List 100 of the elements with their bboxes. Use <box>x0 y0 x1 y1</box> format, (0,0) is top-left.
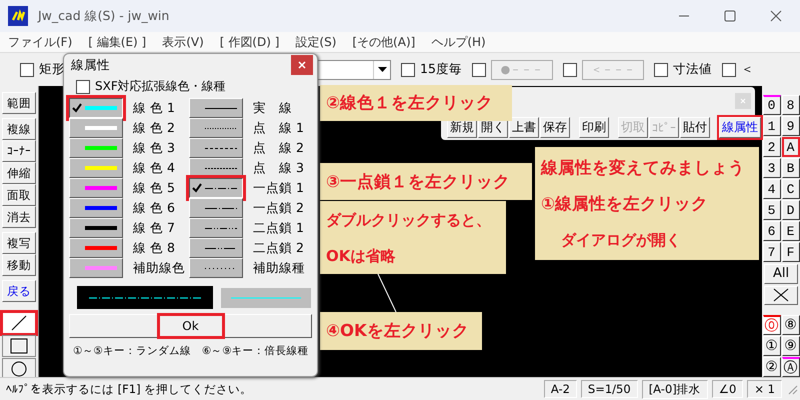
cross-button[interactable] <box>764 286 798 305</box>
status-field: A-2 <box>544 380 577 398</box>
layer-button[interactable]: 1 <box>762 116 780 136</box>
color-label: 線 色 5 <box>132 180 176 196</box>
callout-text: ①線属性を左クリック <box>541 192 709 214</box>
command-button[interactable]: 移動 <box>2 254 36 276</box>
layer-button[interactable]: 9 <box>782 116 800 136</box>
menu-item[interactable]: ファイル(F) <box>8 34 72 50</box>
command-button[interactable]: 範囲 <box>2 92 36 114</box>
layer-button[interactable]: 3 <box>762 158 780 178</box>
layer-button[interactable]: A <box>782 137 800 157</box>
command-button[interactable]: ｺｰﾅｰ <box>2 140 36 162</box>
command-button[interactable]: 複線 <box>2 118 36 140</box>
layer-button[interactable]: 5 <box>762 200 780 220</box>
layer-button[interactable]: 6 <box>762 221 780 241</box>
command-button[interactable]: 伸縮 <box>2 162 36 184</box>
line-sample <box>204 208 238 209</box>
all-layers-button[interactable]: All <box>764 264 798 284</box>
line-type-label: 実 線 <box>252 100 293 116</box>
toolbar-button[interactable]: 貼付 <box>680 117 710 138</box>
line-color-button[interactable] <box>69 98 123 118</box>
layer-button[interactable]: D <box>782 200 800 220</box>
resize-grip-icon[interactable] <box>786 383 798 395</box>
status-field: ∠0 <box>712 380 744 398</box>
help-text: ﾍﾙﾌﾟを表示するには [F1] を押してください。 <box>6 382 252 396</box>
callout-text: ②線色１を左クリック <box>326 92 494 114</box>
dialog-title: 線属性 <box>71 56 110 74</box>
callout-text: OKは省略 <box>326 246 396 266</box>
circle-icon <box>9 360 29 377</box>
line-type-label: 一点鎖 1 <box>252 180 301 196</box>
checkbox[interactable] <box>722 62 736 76</box>
layer-group-button[interactable]: ⑨ <box>782 336 800 356</box>
callout-text: ダブルクリックすると、 <box>326 210 492 230</box>
checkbox[interactable] <box>654 62 668 76</box>
status-field: [A-0]排水 <box>642 380 708 398</box>
layer-group-button[interactable]: ⓪ <box>762 315 780 335</box>
maximize-icon[interactable] <box>724 10 736 22</box>
app-logo-icon <box>8 6 28 26</box>
checkbox[interactable] <box>562 62 577 76</box>
toolbar-button[interactable]: 印刷 <box>579 117 609 138</box>
checkbox[interactable] <box>20 62 34 76</box>
line-type-label: 点 線 1 <box>252 120 301 136</box>
layer-button[interactable]: F <box>782 242 800 262</box>
command-button[interactable]: 消去 <box>2 206 36 228</box>
checkbox-label: 15度毎 <box>420 61 462 78</box>
color-label: 線 色 6 <box>132 200 176 216</box>
line-sample <box>204 108 238 109</box>
key-hint-text: ①～⑤キー：ランダム線 ⑥～⑨キー：倍長線種 <box>73 344 309 358</box>
close-icon <box>298 61 306 69</box>
line-sample <box>204 148 238 149</box>
color-label: 線 色 4 <box>132 160 176 176</box>
line-tool-button[interactable] <box>2 312 36 334</box>
layer-group-button[interactable]: ① <box>762 336 780 356</box>
layer-button[interactable]: C <box>782 179 800 199</box>
menu-item[interactable]: [ 編集(E) ] <box>88 34 146 50</box>
toolbar-button[interactable]: 保存 <box>540 117 570 138</box>
layer-group-button[interactable]: Ⓐ <box>782 357 800 377</box>
checkbox-label: ＜ <box>740 61 754 78</box>
line-type-button[interactable] <box>189 178 243 198</box>
color-label: 線 色 7 <box>132 220 176 236</box>
menu-item[interactable]: [ 作図(D) ] <box>220 34 280 50</box>
leader-line <box>377 273 397 313</box>
callout-text: ダイアログが開く <box>560 230 682 250</box>
checkbox-label: 矩形 <box>39 61 65 78</box>
menu-item[interactable]: 設定(S) <box>295 34 336 50</box>
close-button[interactable] <box>291 55 313 75</box>
command-button[interactable]: 戻る <box>2 280 36 302</box>
layer-button[interactable]: E <box>782 221 800 241</box>
checkbox[interactable] <box>76 80 90 94</box>
layer-group-button[interactable]: ② <box>762 357 780 377</box>
menu-item[interactable]: [その他(A)] <box>352 34 416 50</box>
menu-item[interactable]: ヘルプ(H) <box>431 34 486 50</box>
layer-button[interactable]: 0 <box>762 95 780 115</box>
color-label: 線 色 3 <box>132 140 176 156</box>
cross-icon <box>772 288 790 302</box>
layer-button[interactable]: 2 <box>762 137 780 157</box>
layer-button[interactable]: 4 <box>762 179 780 199</box>
command-button[interactable]: 面取 <box>2 184 36 206</box>
layer-group-button[interactable]: ⑧ <box>782 315 800 335</box>
command-button[interactable]: 複写 <box>2 232 36 254</box>
status-field: × 1 <box>747 380 782 398</box>
line-type-label: 二点鎖 2 <box>252 240 301 256</box>
color-label: 線 色 2 <box>132 120 176 136</box>
layer-button[interactable]: 7 <box>762 242 780 262</box>
menu-item[interactable]: 表示(V) <box>162 34 204 50</box>
layer-button[interactable]: B <box>782 158 800 178</box>
layer-button[interactable]: 8 <box>782 95 800 115</box>
checkbox[interactable] <box>401 62 415 76</box>
callout-text: ③一点鎖１を左クリック <box>326 170 511 192</box>
checkbox[interactable] <box>472 62 486 76</box>
close-icon[interactable] <box>770 10 782 22</box>
toolbar-button[interactable]: 上書 <box>509 117 539 138</box>
line-type-label: 点 線 3 <box>252 160 301 176</box>
line-sample <box>204 128 238 129</box>
line-sample <box>204 248 238 249</box>
circle-tool-button[interactable] <box>2 358 36 377</box>
toolbar-button[interactable]: 線属性 <box>719 117 761 138</box>
rect-icon <box>9 337 29 355</box>
rect-tool-button[interactable] <box>2 335 36 357</box>
ok-button[interactable]: Ok <box>69 314 312 338</box>
